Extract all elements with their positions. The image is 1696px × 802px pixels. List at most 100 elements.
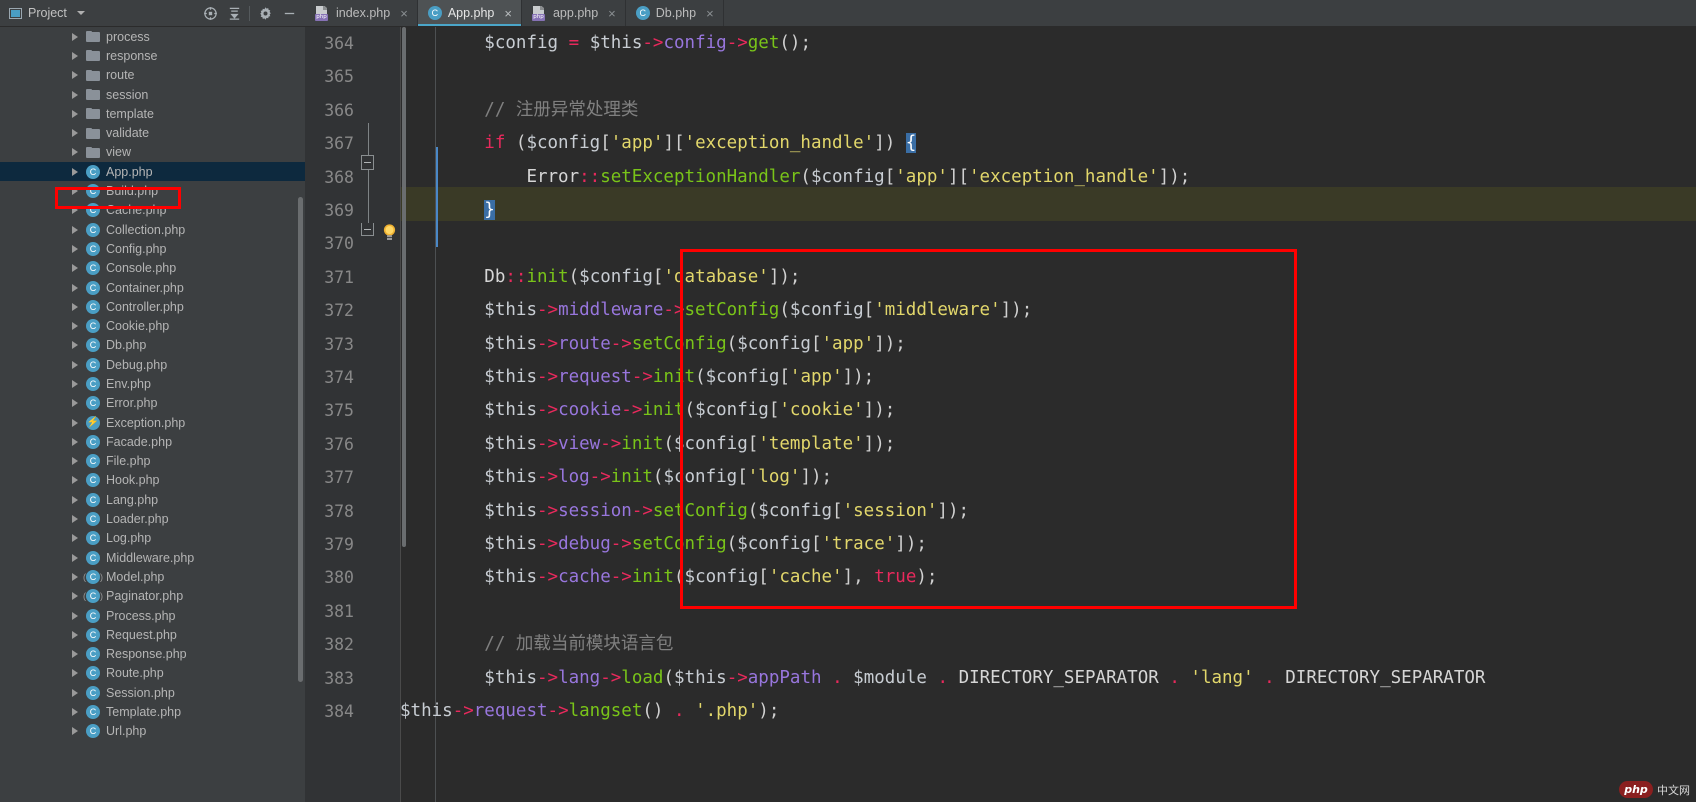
code-line[interactable]: $this->view->init($config['template']); [400, 428, 1696, 461]
code-line[interactable]: $this->cookie->init($config['cookie']); [400, 394, 1696, 427]
expand-arrow-icon[interactable] [72, 90, 78, 99]
expand-arrow-icon[interactable] [72, 437, 78, 446]
code-line[interactable]: $this->request->langset() . '.php'); [400, 695, 1696, 728]
close-icon[interactable]: × [400, 7, 408, 20]
tree-item-loader-php[interactable]: C Loader.php [0, 509, 305, 528]
tab-index-php[interactable]: php index.php × [305, 0, 418, 26]
expand-arrow-icon[interactable] [72, 553, 78, 562]
expand-arrow-icon[interactable] [72, 360, 78, 369]
close-icon[interactable]: × [608, 7, 616, 20]
tree-item-file-php[interactable]: C File.php [0, 452, 305, 471]
gutter-line[interactable]: 366 [305, 94, 400, 127]
tab-db-php[interactable]: C Db.php × [626, 0, 724, 26]
expand-arrow-icon[interactable] [72, 688, 78, 697]
close-icon[interactable]: × [504, 7, 512, 20]
tree-item-request-php[interactable]: C Request.php [0, 625, 305, 644]
expand-arrow-icon[interactable] [72, 109, 78, 118]
code-editor[interactable]: 364 365 366 367 368 369 370 371 372 373 374 375 376 3… [305, 27, 1696, 802]
code-line[interactable]: $this->middleware->setConfig($config['mi… [400, 294, 1696, 327]
tree-item-console-php[interactable]: C Console.php [0, 259, 305, 278]
tree-item-response[interactable]: response [0, 46, 305, 65]
fold-collapse-marker-369[interactable] [361, 223, 374, 236]
expand-arrow-icon[interactable] [72, 148, 78, 157]
gutter-line[interactable]: 365 [305, 60, 400, 93]
expand-arrow-icon[interactable] [72, 708, 78, 717]
expand-arrow-icon[interactable] [72, 167, 78, 176]
expand-arrow-icon[interactable] [72, 264, 78, 273]
tree-item-url-php[interactable]: C Url.php [0, 722, 305, 741]
gutter-line[interactable]: 364 [305, 27, 400, 60]
gutter-line[interactable]: 371 [305, 261, 400, 294]
expand-arrow-icon[interactable] [72, 283, 78, 292]
tree-item-log-php[interactable]: C Log.php [0, 529, 305, 548]
expand-arrow-icon[interactable] [72, 650, 78, 659]
code-line[interactable] [400, 60, 1696, 93]
tree-item-response-php[interactable]: C Response.php [0, 645, 305, 664]
tab-app-php[interactable]: C App.php × [417, 0, 522, 26]
gutter-line[interactable]: 379 [305, 528, 400, 561]
expand-arrow-icon[interactable] [72, 206, 78, 215]
expand-arrow-icon[interactable] [72, 129, 78, 138]
tree-item-error-php[interactable]: C Error.php [0, 394, 305, 413]
gutter-line[interactable]: 382 [305, 628, 400, 661]
code-line[interactable]: // 加载当前模块语言包 [400, 628, 1696, 661]
tree-item-env-php[interactable]: C Env.php [0, 374, 305, 393]
project-tree-scrollbar[interactable] [298, 197, 303, 682]
tree-item-session-php[interactable]: C Session.php [0, 683, 305, 702]
code-line[interactable]: } [400, 194, 1696, 227]
gutter-line[interactable]: 367 [305, 127, 400, 160]
tree-item-collection-php[interactable]: C Collection.php [0, 220, 305, 239]
tree-item-template-php[interactable]: C Template.php [0, 702, 305, 721]
tree-item-facade-php[interactable]: C Facade.php [0, 432, 305, 451]
expand-arrow-icon[interactable] [72, 476, 78, 485]
tree-item-build-php[interactable]: C Build.php [0, 181, 305, 200]
gutter-line[interactable]: 374 [305, 361, 400, 394]
minimize-icon[interactable] [277, 1, 301, 25]
expand-arrow-icon[interactable] [72, 225, 78, 234]
code-line[interactable]: Error::setExceptionHandler($config['app'… [400, 161, 1696, 194]
expand-arrow-icon[interactable] [72, 418, 78, 427]
tree-item-validate[interactable]: validate [0, 123, 305, 142]
code-line[interactable]: $this->session->setConfig($config['sessi… [400, 495, 1696, 528]
tree-item-middleware-php[interactable]: C Middleware.php [0, 548, 305, 567]
expand-arrow-icon[interactable] [72, 611, 78, 620]
tree-item-exception-php[interactable]: ⚡ Exception.php [0, 413, 305, 432]
expand-arrow-icon[interactable] [72, 399, 78, 408]
collapse-all-icon[interactable] [222, 1, 246, 25]
expand-arrow-icon[interactable] [72, 669, 78, 678]
fold-collapse-marker-367[interactable] [361, 155, 374, 170]
chevron-down-icon[interactable] [76, 11, 85, 15]
code-line[interactable]: $this->log->init($config['log']); [400, 461, 1696, 494]
tree-item-debug-php[interactable]: C Debug.php [0, 355, 305, 374]
expand-arrow-icon[interactable] [72, 495, 78, 504]
gutter-line[interactable]: 368 [305, 161, 400, 194]
expand-arrow-icon[interactable] [72, 187, 78, 196]
editor-gutter[interactable]: 364 365 366 367 368 369 370 371 372 373 374 375 376 3… [305, 27, 400, 802]
gutter-line[interactable]: 377 [305, 461, 400, 494]
tree-item-route-php[interactable]: C Route.php [0, 664, 305, 683]
code-text-area[interactable]: $config = $this->config->get(); // 注册异常处… [400, 27, 1696, 802]
target-icon[interactable] [198, 1, 222, 25]
gutter-line[interactable]: 380 [305, 561, 400, 594]
tree-item-controller-php[interactable]: C Controller.php [0, 297, 305, 316]
code-line[interactable]: $config = $this->config->get(); [400, 27, 1696, 60]
code-line[interactable]: $this->debug->setConfig($config['trace']… [400, 528, 1696, 561]
expand-arrow-icon[interactable] [72, 302, 78, 311]
expand-arrow-icon[interactable] [72, 592, 78, 601]
tree-item-process[interactable]: process [0, 27, 305, 46]
tree-item-config-php[interactable]: C Config.php [0, 239, 305, 258]
gutter-line[interactable]: 384 [305, 695, 400, 728]
gutter-line[interactable]: 381 [305, 595, 400, 628]
tree-item-hook-php[interactable]: C Hook.php [0, 471, 305, 490]
expand-arrow-icon[interactable] [72, 71, 78, 80]
expand-arrow-icon[interactable] [72, 630, 78, 639]
code-line[interactable]: if ($config['app']['exception_handle']) … [400, 127, 1696, 160]
tree-item-session[interactable]: session [0, 85, 305, 104]
code-line[interactable] [400, 595, 1696, 628]
tree-item-db-php[interactable]: C Db.php [0, 336, 305, 355]
gutter-line[interactable]: 373 [305, 328, 400, 361]
expand-arrow-icon[interactable] [72, 572, 78, 581]
tree-item-container-php[interactable]: C Container.php [0, 278, 305, 297]
tree-item-app-php[interactable]: C App.php [0, 162, 305, 182]
gutter-line[interactable]: 375 [305, 394, 400, 427]
